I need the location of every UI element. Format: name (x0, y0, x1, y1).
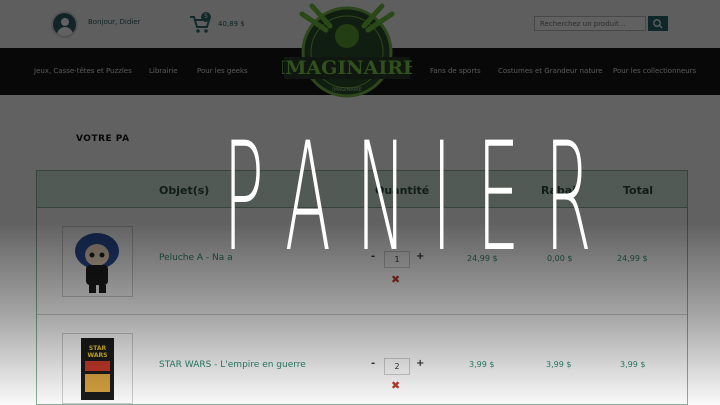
row-total: 3,99 $ (620, 360, 646, 369)
quantity-decrease-button[interactable]: - (371, 358, 375, 369)
logo-ring-text: IMAGINAIRE (332, 87, 362, 93)
user-avatar-icon[interactable] (51, 11, 78, 38)
nav-item-geeks[interactable]: Pour les geeks (197, 67, 248, 75)
product-image-plush[interactable] (62, 226, 133, 297)
nav-item-librairie[interactable]: Librairie (149, 67, 178, 75)
starwars-box-icon: STAR WARS (81, 338, 114, 400)
nav-item-jeux[interactable]: Jeux, Casse-têtes et Puzzles (34, 67, 132, 75)
cart-heading: VOTRE PA (76, 134, 130, 144)
plush-figure-icon (75, 233, 119, 293)
cart-count-badge: 5 (201, 12, 211, 22)
greeting-text: Bonjour, Didier (88, 18, 141, 26)
unit-price: 3,99 $ (469, 360, 495, 369)
product-image-starwars[interactable]: STAR WARS (62, 333, 133, 404)
site-logo[interactable]: IMAGINAIRE IMAGINAIRE (282, 2, 412, 102)
quantity-input[interactable]: 2 (384, 358, 410, 375)
search-icon (653, 19, 663, 29)
search-button[interactable] (648, 16, 668, 31)
overlay-title: PANIER (223, 111, 617, 285)
discount-value: 3,99 $ (546, 360, 572, 369)
product-name[interactable]: STAR WARS - L'empire en guerre (159, 360, 306, 370)
logo-text: IMAGINAIRE (282, 57, 412, 79)
nav-item-sports[interactable]: Fans de sports (430, 67, 481, 75)
table-row: STAR WARS STAR WARS - L'empire en guerre… (37, 315, 687, 405)
svg-text:STAR: STAR (89, 345, 107, 352)
quantity-increase-button[interactable]: + (416, 358, 424, 369)
search-input[interactable] (534, 16, 646, 31)
column-header-total: Total (623, 184, 654, 197)
cart-total[interactable]: 40,89 $ (218, 20, 245, 28)
nav-item-collectionneurs[interactable]: Pour les collectionneurs (613, 67, 696, 75)
row-total: 24,99 $ (617, 254, 648, 263)
remove-item-icon[interactable]: ✖ (391, 379, 400, 392)
nav-item-costumes[interactable]: Costumes et Grandeur nature (498, 67, 603, 75)
svg-text:WARS: WARS (88, 352, 108, 359)
